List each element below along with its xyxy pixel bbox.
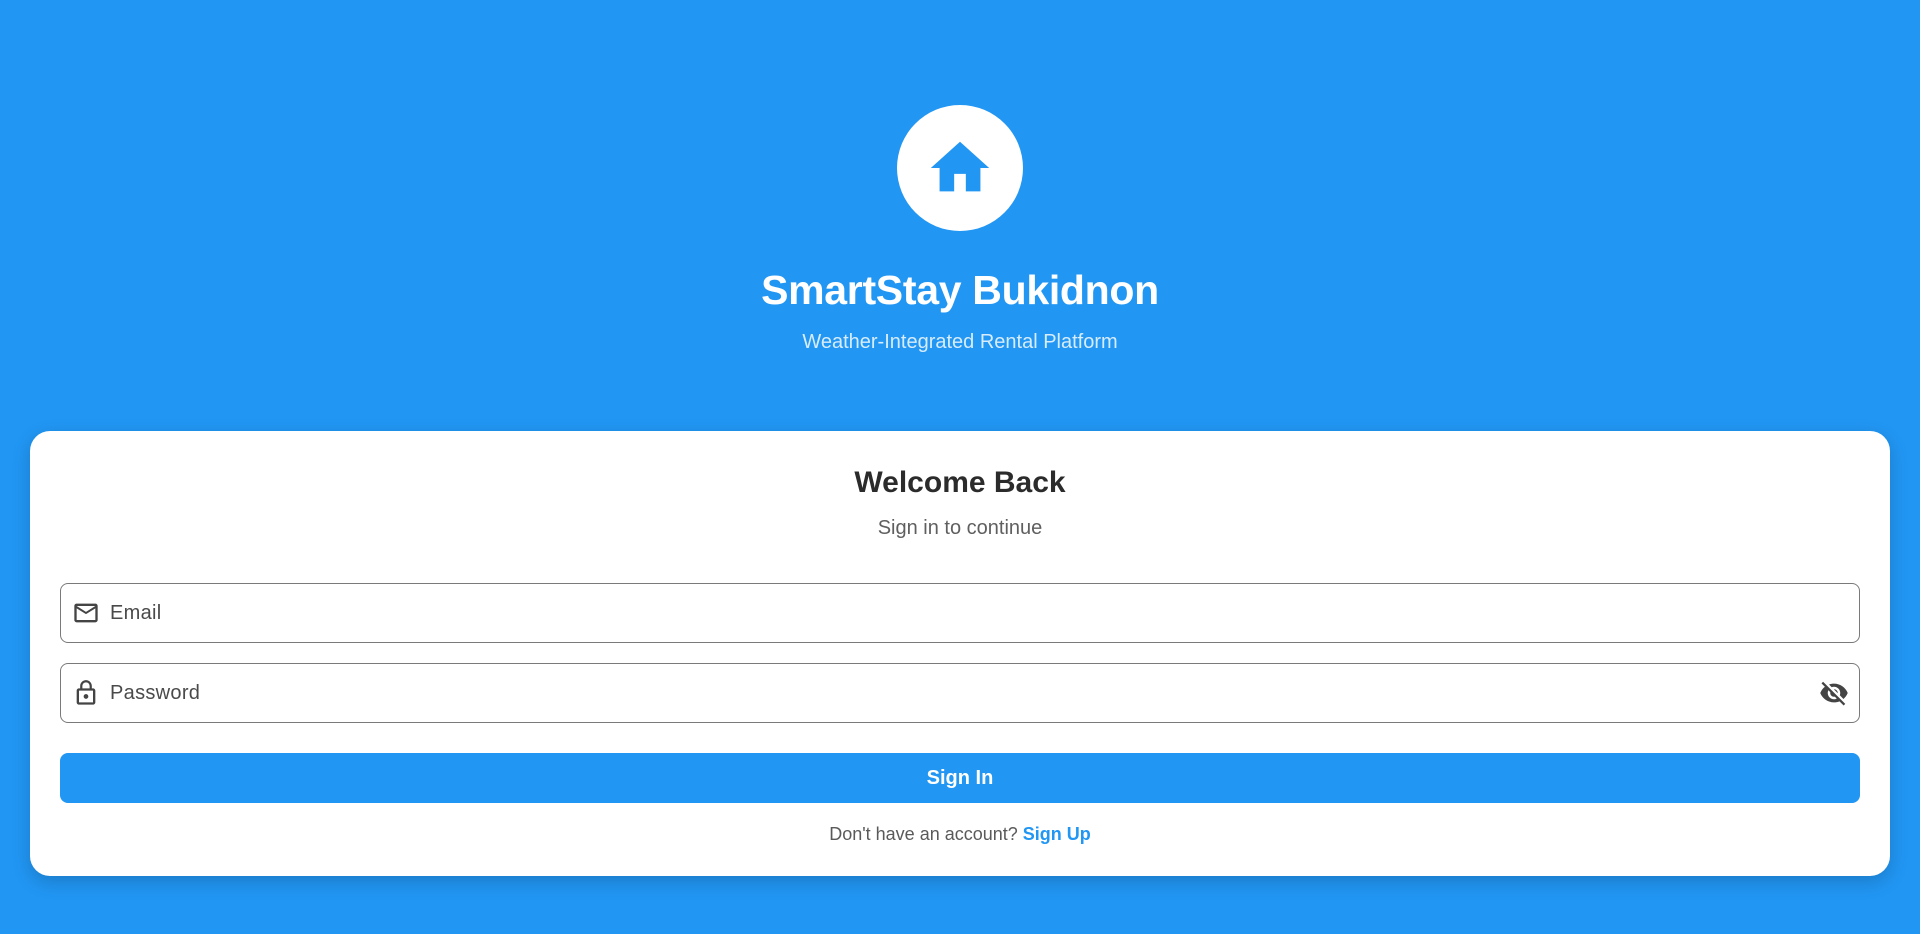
sign-in-button[interactable]: Sign In [60, 753, 1860, 803]
mail-icon [72, 599, 100, 627]
login-card: Welcome Back Sign in to continue Sign In… [30, 431, 1890, 876]
lock-icon [72, 679, 100, 707]
password-field[interactable] [60, 663, 1860, 723]
welcome-title: Welcome Back [854, 466, 1066, 499]
signup-prompt: Don't have an account? [829, 824, 1023, 844]
visibility-off-icon[interactable] [1819, 678, 1849, 708]
app-logo [897, 105, 1023, 231]
email-input[interactable] [100, 584, 1859, 642]
home-icon [930, 141, 990, 192]
app-subtitle: Weather-Integrated Rental Platform [802, 331, 1118, 353]
signup-row: Don't have an account? Sign Up [30, 822, 1890, 846]
email-field[interactable] [60, 583, 1860, 643]
app-title: SmartStay Bukidnon [761, 267, 1159, 313]
welcome-subtitle: Sign in to continue [877, 517, 1043, 539]
password-input[interactable] [100, 664, 1819, 722]
sign-up-link[interactable]: Sign Up [1023, 824, 1091, 844]
